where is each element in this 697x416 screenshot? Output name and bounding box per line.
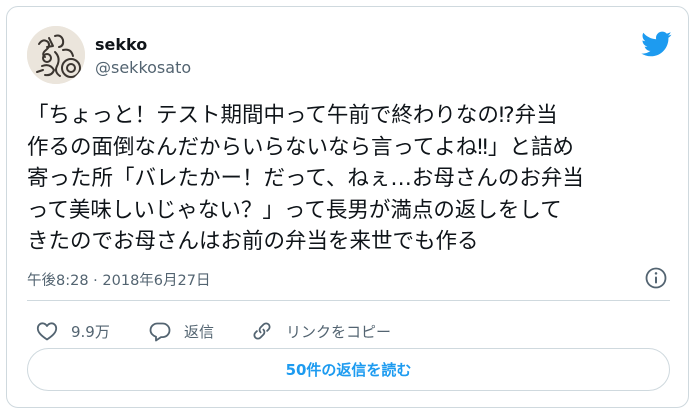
avatar[interactable]	[27, 26, 85, 84]
reply-label: 返信	[184, 322, 215, 341]
twitter-bird-icon[interactable]	[640, 28, 672, 60]
reply-button[interactable]: 返信	[148, 317, 214, 345]
display-name[interactable]: sekko	[95, 35, 147, 54]
tweet-text-line: きたのでお母さんはお前の弁当を来世でも作る	[27, 229, 479, 254]
tweet-text: 「ちょっと！テスト期間中って午前で終わりなの⁉弁当 作るの面倒なんだからいらない…	[27, 100, 677, 258]
tweet-text-line: 作るの面倒なんだからいらないなら言ってよね‼」と詰め	[27, 134, 574, 160]
read-replies-button[interactable]: 50件の返信を読む	[27, 348, 670, 391]
link-icon	[253, 322, 271, 340]
tweet-text-line: 「ちょっと！テスト期間中って午前で終わりなの⁉弁当	[27, 103, 558, 128]
copy-link-label: リンクをコピー	[286, 322, 392, 341]
tweet-text-line: って美味しいじゃない？」って長男が満点の返しをして	[27, 197, 562, 223]
like-button[interactable]: 9.9万	[35, 317, 110, 345]
info-icon[interactable]	[644, 266, 668, 290]
user-handle[interactable]: @sekkosato	[95, 58, 191, 77]
speech-bubble-icon	[149, 322, 171, 342]
tweet-timestamp[interactable]: 午後8:28 · 2018年6月27日	[27, 269, 210, 290]
read-replies-label: 50件の返信を読む	[285, 361, 412, 379]
avatar-sketch	[27, 26, 85, 84]
tweet-text-line: 寄った所「バレたかー！だって、ねぇ…お母さんのお弁当	[27, 166, 584, 191]
copy-link-button[interactable]: リンクをコピー	[250, 317, 391, 345]
tweet-card: sekko @sekkosato 「ちょっと！テスト期間中って午前で終わりなの⁉…	[6, 6, 689, 408]
heart-icon	[36, 322, 58, 341]
divider	[27, 300, 670, 301]
like-count: 9.9万	[71, 322, 110, 341]
